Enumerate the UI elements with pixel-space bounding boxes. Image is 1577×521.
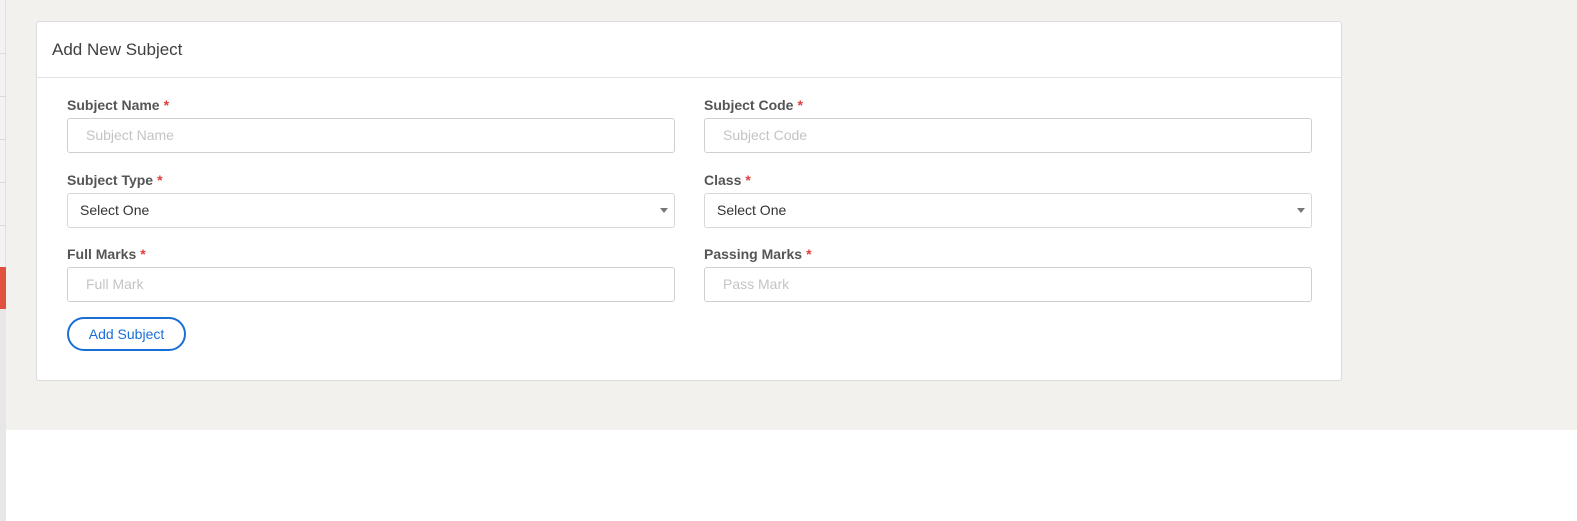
required-mark: * xyxy=(140,246,146,262)
subject-type-selected: Select One xyxy=(80,202,150,218)
full-marks-field: Full Marks * Full Mark xyxy=(67,245,675,302)
required-mark: * xyxy=(806,246,812,262)
subject-type-select[interactable]: Select One xyxy=(67,193,675,228)
subject-type-field: Subject Type * Select One xyxy=(67,171,675,228)
card-title: Add New Subject xyxy=(52,39,183,59)
subject-code-input[interactable]: Subject Code xyxy=(704,118,1312,153)
required-mark: * xyxy=(157,172,163,188)
full-marks-label: Full Marks * xyxy=(67,245,675,263)
passing-marks-field: Passing Marks * Pass Mark xyxy=(704,245,1312,302)
class-field: Class * Select One xyxy=(704,171,1312,228)
subject-type-label: Subject Type * xyxy=(67,171,675,189)
passing-marks-input[interactable]: Pass Mark xyxy=(704,267,1312,302)
subject-code-label-text: Subject Code xyxy=(704,97,794,113)
class-selected: Select One xyxy=(717,202,787,218)
subject-code-label: Subject Code * xyxy=(704,96,1312,114)
required-mark: * xyxy=(163,97,170,113)
subject-code-field: Subject Code * Subject Code xyxy=(704,96,1312,153)
class-label-text: Class xyxy=(704,172,742,188)
subject-name-field: Subject Name * Subject Name xyxy=(67,96,675,153)
passing-marks-label: Passing Marks * xyxy=(704,245,1312,263)
class-label: Class * xyxy=(704,171,1312,189)
card-header: Add New Subject xyxy=(37,22,1341,78)
subject-name-label: Subject Name * xyxy=(67,96,675,114)
full-marks-input[interactable]: Full Mark xyxy=(67,267,675,302)
full-marks-label-text: Full Marks xyxy=(67,246,137,262)
subject-name-label-text: Subject Name xyxy=(67,97,160,113)
subject-name-input[interactable]: Subject Name xyxy=(67,118,675,153)
caret-down-icon xyxy=(1297,208,1305,213)
passing-marks-label-text: Passing Marks xyxy=(704,246,803,262)
subject-type-label-text: Subject Type xyxy=(67,172,154,188)
add-subject-card: Add New Subject Subject Name * Subject Na… xyxy=(36,21,1342,381)
class-select[interactable]: Select One xyxy=(704,193,1312,228)
required-mark: * xyxy=(745,172,751,188)
caret-down-icon xyxy=(660,208,668,213)
required-mark: * xyxy=(797,97,803,113)
add-subject-button[interactable]: Add Subject xyxy=(67,317,186,351)
